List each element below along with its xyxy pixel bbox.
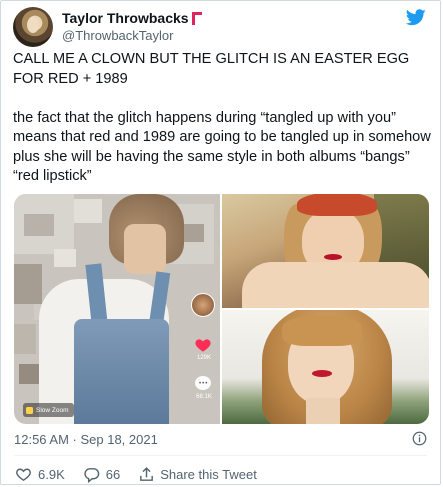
- tweet-header: Taylor Throwbacks @ThrowbackTaylor: [13, 7, 428, 51]
- photo-beret: [297, 194, 377, 216]
- info-icon[interactable]: [412, 431, 427, 446]
- tweet-actions: 6.9K 66 Share this Tweet: [15, 465, 275, 483]
- photo-arms: [242, 262, 429, 308]
- like-button[interactable]: 6.9K: [15, 466, 65, 483]
- tweet-timestamp[interactable]: 12:56 AM · Sep 18, 2021: [14, 432, 158, 447]
- reply-button[interactable]: 66: [83, 466, 120, 483]
- video-heart-icon[interactable]: [194, 336, 212, 354]
- slow-zoom-icon: [26, 406, 33, 414]
- person-overalls: [74, 319, 169, 424]
- like-count: 6.9K: [38, 466, 65, 482]
- photo-neck: [306, 398, 340, 424]
- media-photo-red-beret[interactable]: [222, 194, 429, 308]
- divider: [14, 455, 427, 456]
- author-name-row[interactable]: Taylor Throwbacks: [62, 10, 202, 26]
- share-icon: [140, 466, 154, 481]
- avatar-image: [27, 17, 39, 33]
- media-video-glitch[interactable]: 129K ••• 68.1K Slow Zoom: [14, 194, 220, 424]
- photo-lips: [312, 370, 332, 377]
- avatar[interactable]: [13, 7, 53, 47]
- slow-zoom-badge[interactable]: Slow Zoom: [23, 403, 74, 417]
- media-photo-bangs[interactable]: [222, 310, 429, 424]
- photo-lips: [324, 254, 342, 260]
- author-display-name[interactable]: Taylor Throwbacks: [62, 10, 189, 26]
- tweet-card: Taylor Throwbacks @ThrowbackTaylor CALL …: [0, 0, 441, 485]
- video-creator-avatar[interactable]: [191, 293, 215, 317]
- twitter-bird-icon[interactable]: [406, 9, 426, 26]
- comment-dots: •••: [199, 381, 209, 387]
- author-handle[interactable]: @ThrowbackTaylor: [62, 28, 173, 43]
- red-badge-icon: [191, 11, 202, 25]
- video-comment-count: 68.1K: [196, 394, 212, 400]
- share-label: Share this Tweet: [160, 466, 257, 482]
- photo-bangs: [282, 316, 362, 346]
- tweet-media-grid[interactable]: 129K ••• 68.1K Slow Zoom: [14, 194, 429, 424]
- slow-zoom-label: Slow Zoom: [36, 406, 69, 414]
- share-button[interactable]: Share this Tweet: [138, 466, 257, 483]
- reply-icon: [84, 467, 99, 483]
- video-heart-count: 129K: [196, 355, 211, 361]
- reply-count: 66: [105, 466, 121, 482]
- heart-icon: [16, 468, 31, 481]
- person-neck: [124, 224, 166, 274]
- tweet-text: CALL ME A CLOWN BUT THE GLITCH IS AN EAS…: [13, 51, 431, 184]
